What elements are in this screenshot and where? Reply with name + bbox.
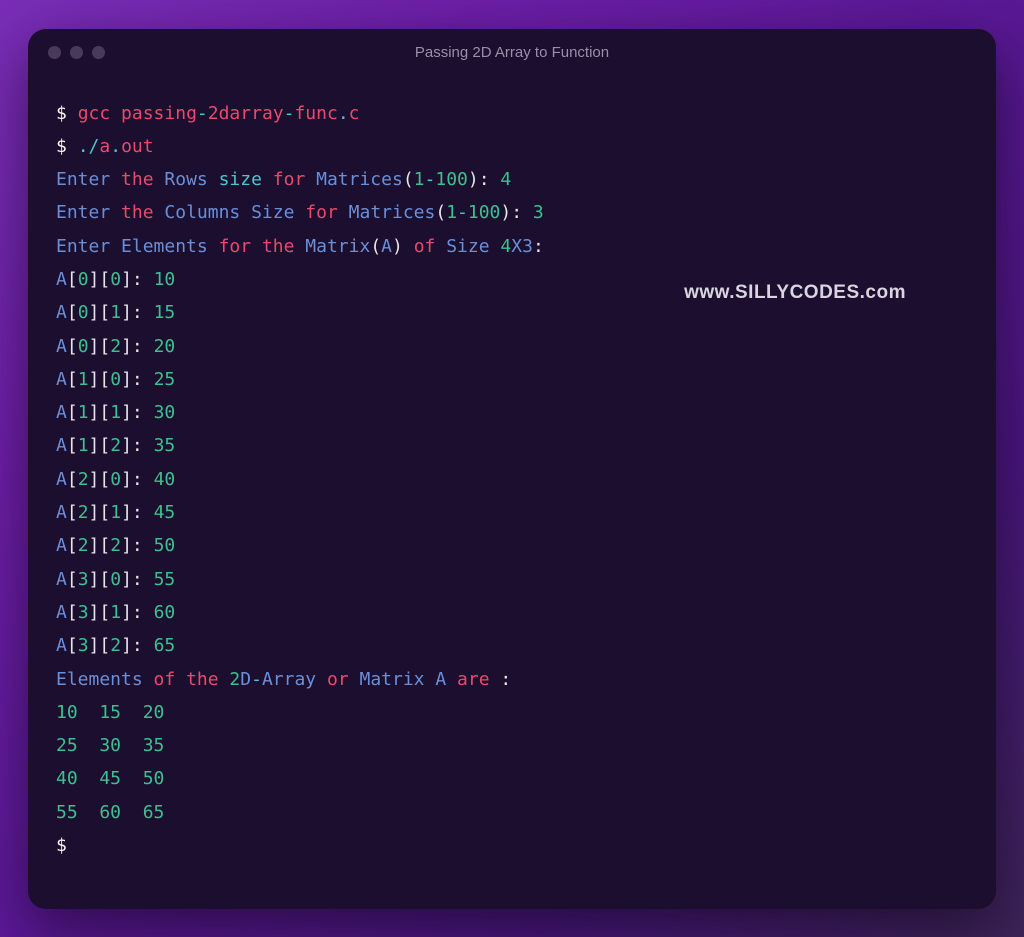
- array-entry: A[1][2]: 35: [56, 429, 968, 462]
- matrix-row: 40 45 50: [56, 762, 968, 795]
- array-entry: A[0][2]: 20: [56, 330, 968, 363]
- terminal-line: Enter the Columns Size for Matrices(1-10…: [56, 196, 968, 229]
- array-entry: A[3][0]: 55: [56, 563, 968, 596]
- minimize-icon[interactable]: [70, 46, 83, 59]
- array-entry: A[3][1]: 60: [56, 596, 968, 629]
- close-icon[interactable]: [48, 46, 61, 59]
- terminal-line: $ gcc passing-2darray-func.c: [56, 97, 968, 130]
- terminal-line: $ ./a.out: [56, 130, 968, 163]
- array-entry: A[1][1]: 30: [56, 396, 968, 429]
- terminal-line: Enter the Rows size for Matrices(1-100):…: [56, 163, 968, 196]
- terminal-body[interactable]: www.SILLYCODES.com $ gcc passing-2darray…: [28, 77, 996, 909]
- array-entry: A[3][2]: 65: [56, 629, 968, 662]
- matrix-row: 55 60 65: [56, 796, 968, 829]
- array-entry: A[2][2]: 50: [56, 529, 968, 562]
- terminal-line: Elements of the 2D-Array or Matrix A are…: [56, 663, 968, 696]
- array-entry: A[2][0]: 40: [56, 463, 968, 496]
- array-entry: A[2][1]: 45: [56, 496, 968, 529]
- traffic-lights: [28, 46, 105, 59]
- array-entry: A[1][0]: 25: [56, 363, 968, 396]
- matrix-row: 10 15 20: [56, 696, 968, 729]
- matrix-row: 25 30 35: [56, 729, 968, 762]
- terminal-prompt[interactable]: $: [56, 829, 968, 862]
- watermark: www.SILLYCODES.com: [684, 275, 906, 310]
- terminal-window: Passing 2D Array to Function www.SILLYCO…: [28, 29, 996, 909]
- array-entries: A[0][0]: 10A[0][1]: 15A[0][2]: 20A[1][0]…: [56, 263, 968, 663]
- titlebar: Passing 2D Array to Function: [28, 29, 996, 77]
- matrix-output: 10 15 2025 30 3540 45 5055 60 65: [56, 696, 968, 829]
- maximize-icon[interactable]: [92, 46, 105, 59]
- terminal-line: Enter Elements for the Matrix(A) of Size…: [56, 230, 968, 263]
- window-title: Passing 2D Array to Function: [28, 44, 996, 61]
